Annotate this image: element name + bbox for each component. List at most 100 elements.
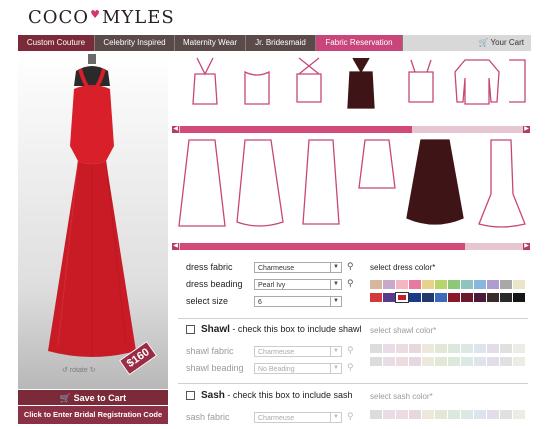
color-swatch[interactable] [435, 293, 447, 302]
magnify-icon[interactable]: ⚲ [347, 278, 354, 289]
color-swatch[interactable] [383, 344, 395, 353]
dress-beading-select[interactable]: Pearl Ivy ▼ [254, 279, 342, 290]
color-swatch[interactable] [474, 357, 486, 366]
color-swatch[interactable] [461, 293, 473, 302]
color-swatch[interactable] [422, 344, 434, 353]
color-swatch[interactable] [500, 410, 512, 419]
color-swatch[interactable] [370, 280, 382, 289]
color-swatch[interactable] [383, 357, 395, 366]
skirt-straight[interactable] [297, 134, 347, 236]
color-swatch[interactable] [435, 280, 447, 289]
scroll-right-icon[interactable]: ▶ [523, 126, 530, 133]
color-swatch[interactable] [409, 344, 421, 353]
scrollbar-thumb[interactable] [180, 126, 412, 133]
color-swatch[interactable] [461, 357, 473, 366]
bodice-long-sleeve[interactable] [453, 52, 501, 112]
magnify-icon[interactable]: ⚲ [347, 362, 354, 373]
color-swatch[interactable] [383, 410, 395, 419]
skirt-full-selected[interactable] [405, 134, 465, 236]
skirt-a-line[interactable] [177, 134, 227, 236]
color-swatch[interactable] [435, 410, 447, 419]
color-swatch[interactable] [461, 410, 473, 419]
color-swatch[interactable] [500, 344, 512, 353]
bodice-scrollbar[interactable]: ◀ ▶ [172, 126, 530, 133]
bodice-partial[interactable] [507, 52, 527, 112]
color-swatch[interactable] [487, 410, 499, 419]
color-swatch[interactable] [383, 280, 395, 289]
color-swatch[interactable] [422, 410, 434, 419]
save-to-cart-button[interactable]: 🛒 Save to Cart [18, 389, 168, 405]
skirt-short[interactable] [357, 134, 397, 236]
shawl-fabric-select[interactable]: Charmeuse ▼ [254, 346, 342, 357]
color-swatch[interactable] [395, 292, 409, 303]
color-swatch[interactable] [500, 293, 512, 302]
magnify-icon[interactable]: ⚲ [347, 411, 354, 422]
skirt-scrollbar[interactable]: ◀ ▶ [172, 243, 530, 250]
color-swatch[interactable] [409, 357, 421, 366]
tab-fabric-reservation[interactable]: Fabric Reservation [316, 35, 403, 51]
color-swatch[interactable] [435, 344, 447, 353]
bodice-halter[interactable] [185, 52, 225, 112]
scroll-left-icon[interactable]: ◀ [172, 126, 179, 133]
color-swatch[interactable] [396, 357, 408, 366]
color-swatch[interactable] [422, 280, 434, 289]
cart-link[interactable]: 🛒 Your Cart [403, 35, 531, 51]
color-swatch[interactable] [409, 280, 421, 289]
color-swatch[interactable] [409, 293, 421, 302]
color-swatch[interactable] [461, 280, 473, 289]
tab-custom-couture[interactable]: Custom Couture [18, 35, 95, 51]
color-swatch[interactable] [513, 344, 525, 353]
color-swatch[interactable] [461, 344, 473, 353]
bridal-registration-button[interactable]: Click to Enter Bridal Registration Code [18, 405, 168, 424]
bodice-strapless[interactable] [237, 52, 277, 112]
magnify-icon[interactable]: ⚲ [347, 345, 354, 356]
color-swatch[interactable] [487, 344, 499, 353]
bodice-crossover[interactable] [289, 52, 329, 112]
color-swatch[interactable] [383, 293, 395, 302]
tab-jr-bridesmaid[interactable]: Jr. Bridesmaid [246, 35, 316, 51]
scroll-left-icon[interactable]: ◀ [172, 243, 179, 250]
shawl-checkbox[interactable] [186, 325, 195, 334]
color-swatch[interactable] [448, 280, 460, 289]
color-swatch[interactable] [435, 357, 447, 366]
color-swatch[interactable] [396, 410, 408, 419]
bodice-halter-selected[interactable] [341, 52, 381, 112]
color-swatch[interactable] [409, 410, 421, 419]
scrollbar-thumb[interactable] [180, 243, 465, 250]
color-swatch[interactable] [513, 410, 525, 419]
sash-fabric-select[interactable]: Charmeuse ▼ [254, 412, 342, 423]
color-swatch[interactable] [487, 357, 499, 366]
skirt-flare[interactable] [235, 134, 285, 236]
color-swatch[interactable] [513, 357, 525, 366]
scroll-right-icon[interactable]: ▶ [523, 243, 530, 250]
color-swatch[interactable] [370, 410, 382, 419]
color-swatch[interactable] [370, 293, 382, 302]
color-swatch[interactable] [448, 344, 460, 353]
color-swatch[interactable] [474, 293, 486, 302]
sash-checkbox[interactable] [186, 391, 195, 400]
color-swatch[interactable] [448, 410, 460, 419]
color-swatch[interactable] [396, 280, 408, 289]
color-swatch[interactable] [448, 293, 460, 302]
color-swatch[interactable] [487, 293, 499, 302]
color-swatch[interactable] [474, 410, 486, 419]
shawl-beading-select[interactable]: No Beading ▼ [254, 363, 342, 374]
color-swatch[interactable] [422, 293, 434, 302]
size-select[interactable]: 6 ▼ [254, 296, 342, 307]
color-swatch[interactable] [500, 280, 512, 289]
tab-celebrity-inspired[interactable]: Celebrity Inspired [95, 35, 175, 51]
color-swatch[interactable] [513, 280, 525, 289]
bodice-tank[interactable] [401, 52, 441, 112]
color-swatch[interactable] [396, 344, 408, 353]
rotate-control[interactable]: ↺ rotate ↻ [62, 366, 96, 374]
tab-maternity-wear[interactable]: Maternity Wear [175, 35, 246, 51]
color-swatch[interactable] [370, 357, 382, 366]
color-swatch[interactable] [474, 344, 486, 353]
magnify-icon[interactable]: ⚲ [347, 261, 354, 272]
color-swatch[interactable] [487, 280, 499, 289]
brand-logo[interactable]: COCO♥MYLES [28, 7, 175, 28]
dress-fabric-select[interactable]: Charmeuse ▼ [254, 262, 342, 273]
color-swatch[interactable] [370, 344, 382, 353]
color-swatch[interactable] [422, 357, 434, 366]
color-swatch[interactable] [513, 293, 525, 302]
